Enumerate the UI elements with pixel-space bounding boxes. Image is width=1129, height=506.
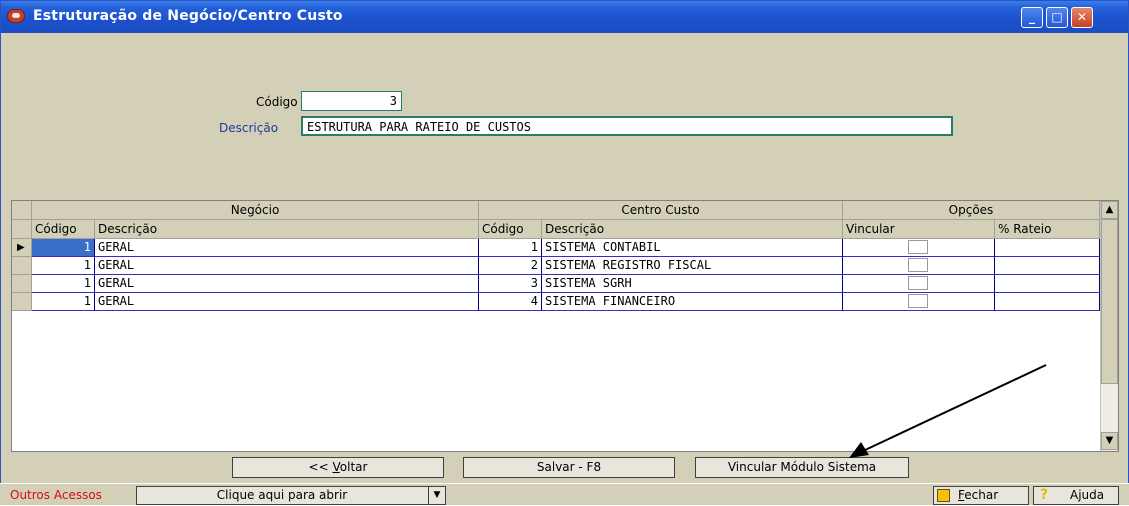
main-window: Estruturação de Negócio/Centro Custo _ □…: [0, 0, 1129, 488]
cell-cc-descricao[interactable]: SISTEMA FINANCEIRO: [542, 293, 843, 311]
ajuda-button[interactable]: ? Ajuda: [1033, 486, 1119, 505]
cell-neg-descricao[interactable]: GERAL: [95, 257, 479, 275]
grid-row-header: [12, 220, 32, 239]
col-cc-codigo[interactable]: Código: [479, 220, 542, 239]
vincular-checkbox[interactable]: [908, 240, 928, 254]
voltar-rest: oltar: [339, 460, 368, 474]
cell-rateio[interactable]: [995, 275, 1100, 293]
annotation-arrow: [849, 364, 1047, 458]
cell-cc-descricao[interactable]: SISTEMA SGRH: [542, 275, 843, 293]
app-icon: [7, 9, 25, 23]
row-indicator[interactable]: [12, 275, 32, 293]
cell-vincular[interactable]: [843, 239, 995, 257]
cell-cc-codigo[interactable]: 1: [479, 239, 542, 257]
scroll-up-button[interactable]: ▲: [1101, 201, 1118, 219]
vincular-checkbox[interactable]: [908, 276, 928, 290]
minimize-button[interactable]: _: [1021, 7, 1043, 28]
salvar-button[interactable]: Salvar - F8: [463, 457, 675, 478]
group-centro-custo: Centro Custo: [479, 201, 843, 220]
grid-corner: [12, 201, 32, 220]
cell-neg-descricao[interactable]: GERAL: [95, 293, 479, 311]
cell-neg-codigo[interactable]: 1: [32, 257, 95, 275]
col-neg-descricao[interactable]: Descrição: [95, 220, 479, 239]
codigo-field[interactable]: 3: [301, 91, 402, 111]
close-button[interactable]: ✕: [1071, 7, 1093, 28]
group-negocio: Negócio: [32, 201, 479, 220]
header-form: Código 3 Descrição ESTRUTURA PARA RATEIO…: [1, 33, 1128, 199]
scroll-down-icon: ▼: [1105, 435, 1114, 446]
scroll-up-icon: ▲: [1105, 204, 1114, 215]
cell-rateio[interactable]: [995, 293, 1100, 311]
col-cc-descricao[interactable]: Descrição: [542, 220, 843, 239]
cell-vincular[interactable]: [843, 293, 995, 311]
vincular-checkbox[interactable]: [908, 258, 928, 272]
vertical-scrollbar[interactable]: ▲ ▼: [1100, 201, 1118, 451]
cell-neg-codigo[interactable]: 1: [32, 239, 95, 257]
help-question-icon: ?: [1040, 487, 1049, 503]
cell-neg-codigo[interactable]: 1: [32, 275, 95, 293]
cell-cc-descricao[interactable]: SISTEMA REGISTRO FISCAL: [542, 257, 843, 275]
cell-cc-codigo[interactable]: 3: [479, 275, 542, 293]
cell-vincular[interactable]: [843, 275, 995, 293]
voltar-mnemonic: V: [332, 460, 340, 474]
vincular-checkbox[interactable]: [908, 294, 928, 308]
maximize-button[interactable]: □: [1046, 7, 1068, 28]
cell-cc-descricao[interactable]: SISTEMA CONTABIL: [542, 239, 843, 257]
cell-neg-codigo[interactable]: 1: [32, 293, 95, 311]
maximize-icon: □: [1051, 10, 1063, 24]
chevron-down-icon[interactable]: ▼: [428, 487, 445, 504]
fechar-button[interactable]: Fechar: [933, 486, 1029, 505]
exit-door-icon: [937, 489, 950, 502]
col-neg-codigo[interactable]: Código: [32, 220, 95, 239]
codigo-label: Código: [256, 95, 298, 109]
col-rateio[interactable]: % Rateio: [995, 220, 1100, 239]
window-title: Estruturação de Negócio/Centro Custo: [33, 8, 343, 24]
title-bar[interactable]: Estruturação de Negócio/Centro Custo _ □…: [1, 1, 1128, 33]
minimize-icon: _: [1029, 10, 1035, 24]
cell-vincular[interactable]: [843, 257, 995, 275]
col-vincular[interactable]: Vincular: [843, 220, 995, 239]
row-indicator[interactable]: [12, 293, 32, 311]
cell-neg-descricao[interactable]: GERAL: [95, 275, 479, 293]
combo-value: Clique aqui para abrir: [216, 488, 348, 502]
voltar-button[interactable]: << Voltar: [232, 457, 444, 478]
row-indicator[interactable]: [12, 257, 32, 275]
outros-acessos-combo[interactable]: Clique aqui para abrir ▼: [136, 486, 446, 505]
cell-rateio[interactable]: [995, 239, 1100, 257]
descricao-label: Descrição: [219, 121, 279, 135]
status-bar: Outros Acessos Clique aqui para abrir ▼ …: [0, 483, 1129, 505]
voltar-prefix: <<: [308, 460, 333, 474]
scroll-thumb[interactable]: [1101, 219, 1118, 384]
scroll-down-button[interactable]: ▼: [1101, 432, 1118, 450]
outros-acessos-label: Outros Acessos: [10, 488, 102, 502]
descricao-field[interactable]: ESTRUTURA PARA RATEIO DE CUSTOS: [301, 116, 953, 136]
cell-cc-codigo[interactable]: 2: [479, 257, 542, 275]
fechar-rest: echar: [964, 488, 999, 502]
cell-neg-descricao[interactable]: GERAL: [95, 239, 479, 257]
group-opcoes: Opções: [843, 201, 1100, 220]
cell-rateio[interactable]: [995, 257, 1100, 275]
row-indicator[interactable]: ▶: [12, 239, 32, 257]
ajuda-label: Ajuda: [1070, 488, 1105, 502]
close-icon: ✕: [1076, 10, 1088, 24]
cell-cc-codigo[interactable]: 4: [479, 293, 542, 311]
